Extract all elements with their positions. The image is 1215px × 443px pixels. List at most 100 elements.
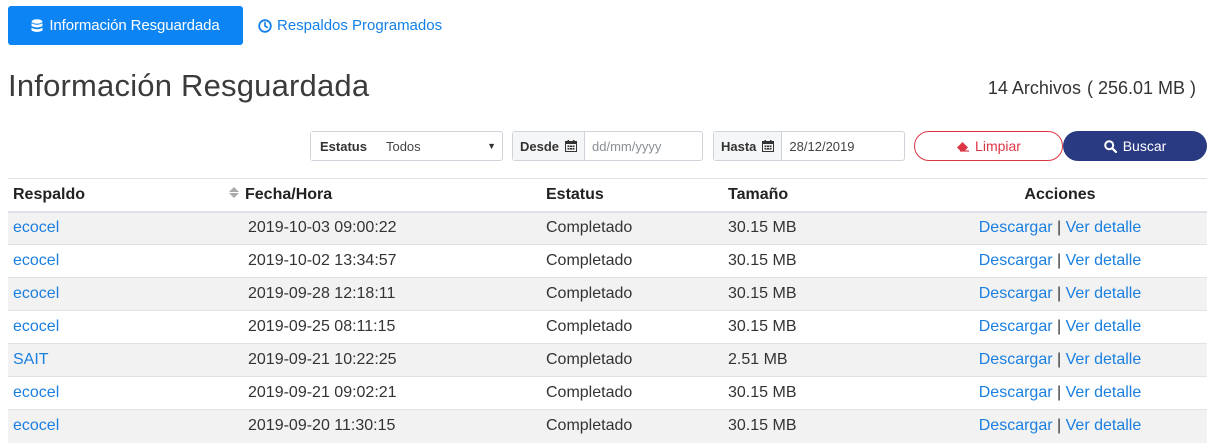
size-cell: 30.15 MB xyxy=(723,310,913,344)
datetime-cell: 2019-10-02 13:34:57 xyxy=(248,252,397,269)
size-cell: 30.15 MB xyxy=(723,409,913,443)
download-link[interactable]: Descargar xyxy=(979,219,1053,236)
from-date-label: Desde xyxy=(520,138,560,154)
tab-label: Información Resguardada xyxy=(49,17,220,34)
from-date-input[interactable]: dd/mm/yyyy xyxy=(585,132,702,160)
clear-button[interactable]: Limpiar xyxy=(914,131,1063,161)
clear-button-label: Limpiar xyxy=(975,138,1021,154)
files-count: 14 Archivos xyxy=(987,78,1081,98)
search-button[interactable]: Buscar xyxy=(1063,131,1207,161)
status-filter-label: Estatus xyxy=(311,132,374,160)
download-link[interactable]: Descargar xyxy=(979,351,1053,368)
view-detail-link[interactable]: Ver detalle xyxy=(1066,285,1142,302)
actions-cell: Descargar | Ver detalle xyxy=(913,343,1207,377)
size-cell: 2.51 MB xyxy=(723,343,913,377)
table-row: ecocel 2019-10-02 13:34:57 Completado 30… xyxy=(8,244,1207,278)
actions-cell: Descargar | Ver detalle xyxy=(913,376,1207,410)
actions-cell: Descargar | Ver detalle xyxy=(913,277,1207,311)
datetime-cell: 2019-09-21 09:02:21 xyxy=(248,384,397,401)
column-header-label: Respaldo xyxy=(13,185,86,203)
action-separator: | xyxy=(1057,318,1062,335)
table-row: SAIT 2019-09-21 10:22:25 Completado 2.51… xyxy=(8,343,1207,377)
tab-respaldos-programados[interactable]: Respaldos Programados xyxy=(258,6,442,45)
backup-link[interactable]: ecocel xyxy=(13,252,59,269)
column-header-fecha-hora: Fecha/Hora xyxy=(240,178,541,213)
status-filter[interactable]: Estatus Todos ▼ xyxy=(310,131,503,161)
table-row: ecocel 2019-09-28 12:18:11 Completado 30… xyxy=(8,277,1207,311)
download-link[interactable]: Descargar xyxy=(979,318,1053,335)
tab-label: Respaldos Programados xyxy=(277,17,443,34)
view-detail-link[interactable]: Ver detalle xyxy=(1066,384,1142,401)
actions-cell: Descargar | Ver detalle xyxy=(913,244,1207,278)
datetime-cell: 2019-10-03 09:00:22 xyxy=(248,219,397,237)
backup-link[interactable]: ecocel xyxy=(13,318,59,335)
actions-cell: Descargar | Ver detalle xyxy=(913,310,1207,344)
datetime-cell: 2019-09-28 12:18:11 xyxy=(248,285,396,302)
search-icon xyxy=(1103,139,1117,153)
status-select[interactable]: Todos ▼ xyxy=(374,132,502,160)
status-cell: Completado xyxy=(541,310,723,344)
from-date-filter[interactable]: Desde dd/mm/yyyy xyxy=(512,131,703,161)
view-detail-link[interactable]: Ver detalle xyxy=(1066,318,1142,335)
action-separator: | xyxy=(1057,417,1062,435)
datetime-cell: 2019-09-21 10:22:25 xyxy=(248,351,397,368)
download-link[interactable]: Descargar xyxy=(979,285,1053,302)
table-row: ecocel 2019-09-21 09:02:21 Completado 30… xyxy=(8,376,1207,410)
size-cell: 30.15 MB xyxy=(723,376,913,410)
view-detail-link[interactable]: Ver detalle xyxy=(1066,219,1142,236)
backup-link[interactable]: ecocel xyxy=(13,219,59,236)
to-date-input[interactable]: 28/12/2019 xyxy=(782,132,904,160)
download-link[interactable]: Descargar xyxy=(979,384,1053,401)
to-date-filter[interactable]: Hasta 28/12/2019 xyxy=(713,131,905,161)
chevron-down-icon: ▼ xyxy=(487,141,496,151)
download-link[interactable]: Descargar xyxy=(979,252,1053,269)
backup-link[interactable]: ecocel xyxy=(13,417,59,434)
action-separator: | xyxy=(1057,219,1062,237)
table-row: ecocel 2019-09-20 11:30:15 Completado 30… xyxy=(8,409,1207,443)
action-separator: | xyxy=(1057,252,1062,269)
sort-icon[interactable] xyxy=(229,186,239,198)
table-header-row: Respaldo Fecha/Hora Estatus Tamaño Accio… xyxy=(8,178,1207,213)
status-cell: Completado xyxy=(541,343,723,377)
backup-link[interactable]: SAIT xyxy=(13,351,49,368)
view-detail-link[interactable]: Ver detalle xyxy=(1066,351,1142,368)
table-row: ecocel 2019-09-25 08:11:15 Completado 30… xyxy=(8,310,1207,344)
clock-icon xyxy=(258,18,272,33)
size-cell: 30.15 MB xyxy=(723,211,913,245)
from-date-label-group: Desde xyxy=(513,132,586,160)
column-header-tamano: Tamaño xyxy=(723,178,913,213)
to-date-label: Hasta xyxy=(721,138,757,154)
backup-link[interactable]: ecocel xyxy=(13,384,59,401)
files-summary: 14 Archivos ( 256.01 MB ) xyxy=(988,78,1196,99)
table-body: ecocel 2019-10-03 09:00:22 Completado 30… xyxy=(8,211,1207,443)
status-select-value: Todos xyxy=(385,138,421,154)
backups-table: Respaldo Fecha/Hora Estatus Tamaño Accio… xyxy=(8,178,1207,443)
actions-cell: Descargar | Ver detalle xyxy=(913,409,1207,443)
calendar-icon xyxy=(565,140,578,152)
actions-cell: Descargar | Ver detalle xyxy=(913,211,1207,245)
page-title: Información Resguardada xyxy=(8,68,370,103)
view-detail-link[interactable]: Ver detalle xyxy=(1066,252,1142,269)
download-link[interactable]: Descargar xyxy=(979,417,1053,434)
status-cell: Completado xyxy=(541,277,723,311)
view-detail-link[interactable]: Ver detalle xyxy=(1066,417,1142,434)
files-size: ( 256.01 MB ) xyxy=(1086,78,1196,98)
eraser-icon xyxy=(957,142,970,152)
column-header-acciones: Acciones xyxy=(913,178,1207,213)
status-cell: Completado xyxy=(541,376,723,410)
column-header-estatus: Estatus xyxy=(541,178,723,213)
size-cell: 30.15 MB xyxy=(723,277,913,311)
tab-informacion-resguardada[interactable]: Información Resguardada xyxy=(8,6,243,45)
action-separator: | xyxy=(1057,351,1062,368)
action-separator: | xyxy=(1057,384,1062,401)
column-header-respaldo[interactable]: Respaldo xyxy=(8,178,240,213)
datetime-cell: 2019-09-20 11:30:15 xyxy=(248,417,396,435)
search-button-label: Buscar xyxy=(1122,138,1167,154)
status-cell: Completado xyxy=(541,244,723,278)
status-cell: Completado xyxy=(541,409,723,443)
backup-link[interactable]: ecocel xyxy=(13,285,59,302)
database-icon xyxy=(31,18,43,32)
status-cell: Completado xyxy=(541,211,723,245)
table-row: ecocel 2019-10-03 09:00:22 Completado 30… xyxy=(8,211,1207,245)
size-cell: 30.15 MB xyxy=(723,244,913,278)
